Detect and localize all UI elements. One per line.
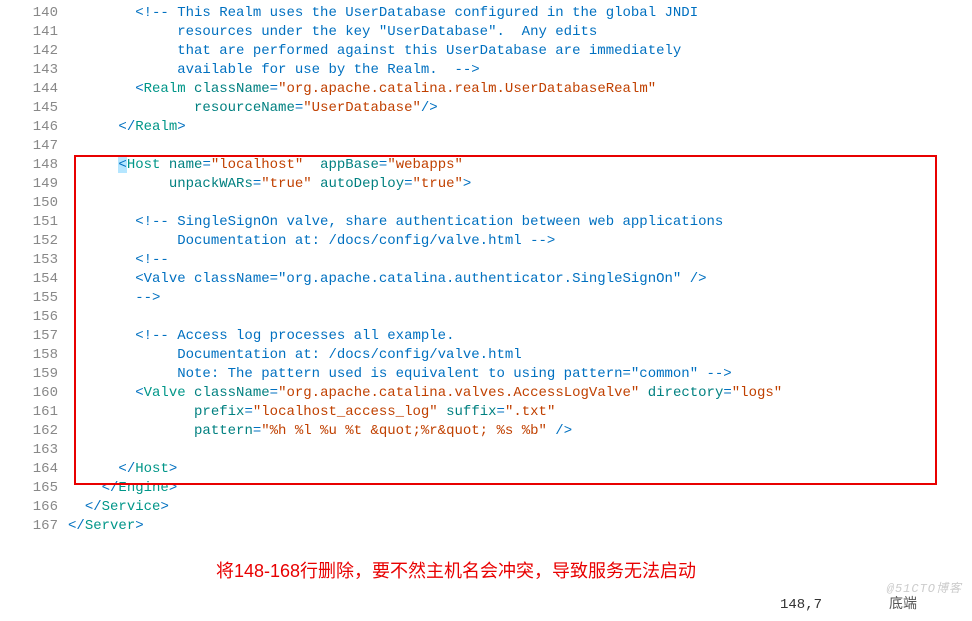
code-line[interactable]: 155 --> — [0, 289, 972, 308]
line-number: 166 — [0, 498, 68, 517]
line-number: 156 — [0, 308, 68, 327]
status-cursor-position: 148,7 — [780, 596, 822, 615]
line-number: 147 — [0, 137, 68, 156]
line-number: 151 — [0, 213, 68, 232]
code-content[interactable]: <!-- SingleSignOn valve, share authentic… — [68, 213, 723, 232]
code-line[interactable]: 164 </Host> — [0, 460, 972, 479]
code-line[interactable]: 149 unpackWARs="true" autoDeploy="true"> — [0, 175, 972, 194]
code-content[interactable]: resourceName="UserDatabase"/> — [68, 99, 438, 118]
code-content[interactable]: <!-- This Realm uses the UserDatabase co… — [68, 4, 698, 23]
line-number: 150 — [0, 194, 68, 213]
code-line[interactable]: 152 Documentation at: /docs/config/valve… — [0, 232, 972, 251]
line-number: 158 — [0, 346, 68, 365]
line-number: 146 — [0, 118, 68, 137]
code-line[interactable]: 160 <Valve className="org.apache.catalin… — [0, 384, 972, 403]
code-content[interactable]: unpackWARs="true" autoDeploy="true"> — [68, 175, 471, 194]
code-line[interactable]: 140 <!-- This Realm uses the UserDatabas… — [0, 4, 972, 23]
code-line[interactable]: 141 resources under the key "UserDatabas… — [0, 23, 972, 42]
code-content[interactable]: <Valve className="org.apache.catalina.au… — [68, 270, 707, 289]
line-number: 165 — [0, 479, 68, 498]
line-number: 157 — [0, 327, 68, 346]
code-content[interactable]: </Engine> — [68, 479, 177, 498]
line-number: 164 — [0, 460, 68, 479]
line-number: 140 — [0, 4, 68, 23]
code-line[interactable]: 144 <Realm className="org.apache.catalin… — [0, 80, 972, 99]
line-number: 155 — [0, 289, 68, 308]
code-content[interactable]: </Service> — [68, 498, 169, 517]
code-content[interactable]: --> — [68, 289, 160, 308]
code-content[interactable]: <!-- — [68, 251, 169, 270]
code-content[interactable]: </Realm> — [68, 118, 186, 137]
code-line[interactable]: 158 Documentation at: /docs/config/valve… — [0, 346, 972, 365]
code-content[interactable]: </Host> — [68, 460, 177, 479]
code-line[interactable]: 148 <Host name="localhost" appBase="weba… — [0, 156, 972, 175]
line-number: 148 — [0, 156, 68, 175]
line-number: 162 — [0, 422, 68, 441]
code-line[interactable]: 161 prefix="localhost_access_log" suffix… — [0, 403, 972, 422]
code-content[interactable]: <Realm className="org.apache.catalina.re… — [68, 80, 656, 99]
code-line[interactable]: 147 — [0, 137, 972, 156]
code-content[interactable]: available for use by the Realm. --> — [68, 61, 480, 80]
line-number: 143 — [0, 61, 68, 80]
code-content[interactable]: <Host name="localhost" appBase="webapps" — [68, 156, 463, 175]
code-content[interactable]: prefix="localhost_access_log" suffix=".t… — [68, 403, 555, 422]
annotation-text: 将148-168行删除，要不然主机名会冲突，导致服务无法启动 — [216, 562, 696, 581]
line-number: 159 — [0, 365, 68, 384]
line-number: 153 — [0, 251, 68, 270]
code-content[interactable]: that are performed against this UserData… — [68, 42, 681, 61]
code-line[interactable]: 154 <Valve className="org.apache.catalin… — [0, 270, 972, 289]
line-number: 154 — [0, 270, 68, 289]
code-line[interactable]: 145 resourceName="UserDatabase"/> — [0, 99, 972, 118]
code-content[interactable]: resources under the key "UserDatabase". … — [68, 23, 597, 42]
line-number: 160 — [0, 384, 68, 403]
line-number: 163 — [0, 441, 68, 460]
code-line[interactable]: 163 — [0, 441, 972, 460]
line-number: 144 — [0, 80, 68, 99]
line-number: 161 — [0, 403, 68, 422]
code-content[interactable]: Documentation at: /docs/config/valve.htm… — [68, 346, 522, 365]
code-line[interactable]: 156 — [0, 308, 972, 327]
code-content[interactable]: <Valve className="org.apache.catalina.va… — [68, 384, 782, 403]
code-line[interactable]: 165 </Engine> — [0, 479, 972, 498]
code-line[interactable]: 142 that are performed against this User… — [0, 42, 972, 61]
watermark: @51CTO博客 — [887, 580, 962, 599]
line-number: 149 — [0, 175, 68, 194]
code-line[interactable]: 159 Note: The pattern used is equivalent… — [0, 365, 972, 384]
code-line[interactable]: 146 </Realm> — [0, 118, 972, 137]
code-content[interactable]: <!-- Access log processes all example. — [68, 327, 454, 346]
line-number: 141 — [0, 23, 68, 42]
line-number: 145 — [0, 99, 68, 118]
code-editor[interactable]: 140 <!-- This Realm uses the UserDatabas… — [0, 0, 972, 536]
code-content[interactable]: Note: The pattern used is equivalent to … — [68, 365, 732, 384]
code-line[interactable]: 166 </Service> — [0, 498, 972, 517]
code-content[interactable]: </Server> — [68, 517, 144, 536]
code-line[interactable]: 150 — [0, 194, 972, 213]
code-line[interactable]: 157 <!-- Access log processes all exampl… — [0, 327, 972, 346]
code-line[interactable]: 151 <!-- SingleSignOn valve, share authe… — [0, 213, 972, 232]
line-number: 142 — [0, 42, 68, 61]
code-line[interactable]: 162 pattern="%h %l %u %t &quot;%r&quot; … — [0, 422, 972, 441]
code-line[interactable]: 143 available for use by the Realm. --> — [0, 61, 972, 80]
line-number: 167 — [0, 517, 68, 536]
code-line[interactable]: 167</Server> — [0, 517, 972, 536]
code-content[interactable]: pattern="%h %l %u %t &quot;%r&quot; %s %… — [68, 422, 572, 441]
code-content[interactable]: Documentation at: /docs/config/valve.htm… — [68, 232, 555, 251]
line-number: 152 — [0, 232, 68, 251]
code-line[interactable]: 153 <!-- — [0, 251, 972, 270]
